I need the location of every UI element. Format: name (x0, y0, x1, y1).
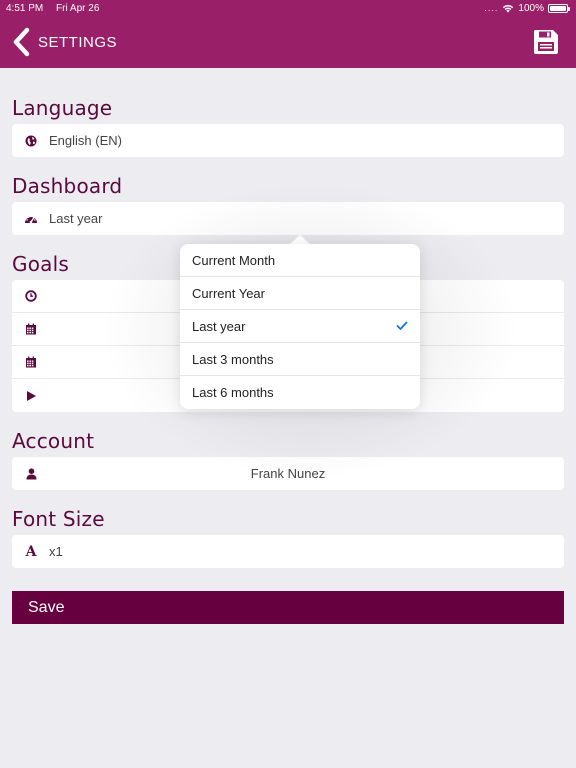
status-date: Fri Apr 26 (56, 2, 100, 14)
option-label: Last 3 months (192, 351, 274, 367)
user-icon (23, 466, 39, 482)
floppy-disk-icon (533, 30, 558, 54)
dashboard-field[interactable]: Last year (12, 202, 564, 235)
status-right: .... 100% (484, 2, 570, 14)
navbar: SETTINGS (0, 16, 576, 68)
option-label: Current Year (192, 285, 265, 301)
language-field[interactable]: English (EN) (12, 124, 564, 157)
wifi-icon (503, 4, 514, 12)
dashboard-heading: Dashboard (12, 174, 123, 198)
dashboard-value: Last year (49, 211, 103, 226)
goals-heading: Goals (12, 252, 69, 276)
globe-icon (23, 133, 39, 149)
status-time: 4:51 PM (6, 2, 44, 14)
option-label: Last 6 months (192, 385, 274, 400)
calendar-icon (23, 321, 39, 337)
signal-icon: .... (484, 3, 499, 13)
option-last-6-months[interactable]: Last 6 months (180, 376, 420, 409)
option-current-year[interactable]: Current Year (180, 277, 420, 310)
font-size-value: x1 (49, 544, 63, 559)
save-button[interactable]: Save (12, 591, 564, 624)
calendar-icon (23, 354, 39, 370)
option-current-month[interactable]: Current Month (180, 244, 420, 277)
option-last-3-months[interactable]: Last 3 months (180, 343, 420, 376)
font-size-heading: Font Size (12, 507, 105, 531)
play-icon (23, 388, 39, 404)
dashboard-period-popover: Current Month Current Year Last year Las… (180, 244, 420, 409)
language-value: English (EN) (49, 133, 122, 148)
status-bar: 4:51 PM Fri Apr 26 .... 100% (0, 0, 576, 16)
option-label: Last year (192, 318, 246, 334)
battery-percent: 100% (518, 2, 544, 14)
status-left: 4:51 PM Fri Apr 26 (6, 3, 109, 14)
save-icon-button[interactable] (532, 28, 560, 56)
chevron-left-icon (13, 27, 30, 57)
font-icon: A (25, 543, 37, 560)
page-title: SETTINGS (38, 33, 118, 51)
battery-icon (548, 3, 570, 13)
account-field[interactable]: Frank Nunez (12, 457, 564, 490)
account-value: Frank Nunez (250, 466, 326, 481)
option-label: Current Month (192, 252, 276, 268)
speedometer-icon (23, 211, 39, 227)
language-heading: Language (12, 96, 113, 120)
font-size-field[interactable]: A x1 (12, 535, 564, 568)
back-button[interactable]: SETTINGS (12, 24, 117, 60)
option-last-year[interactable]: Last year (180, 310, 420, 343)
account-heading: Account (12, 429, 95, 453)
checkmark-icon (396, 321, 408, 330)
clock-icon (23, 288, 39, 304)
